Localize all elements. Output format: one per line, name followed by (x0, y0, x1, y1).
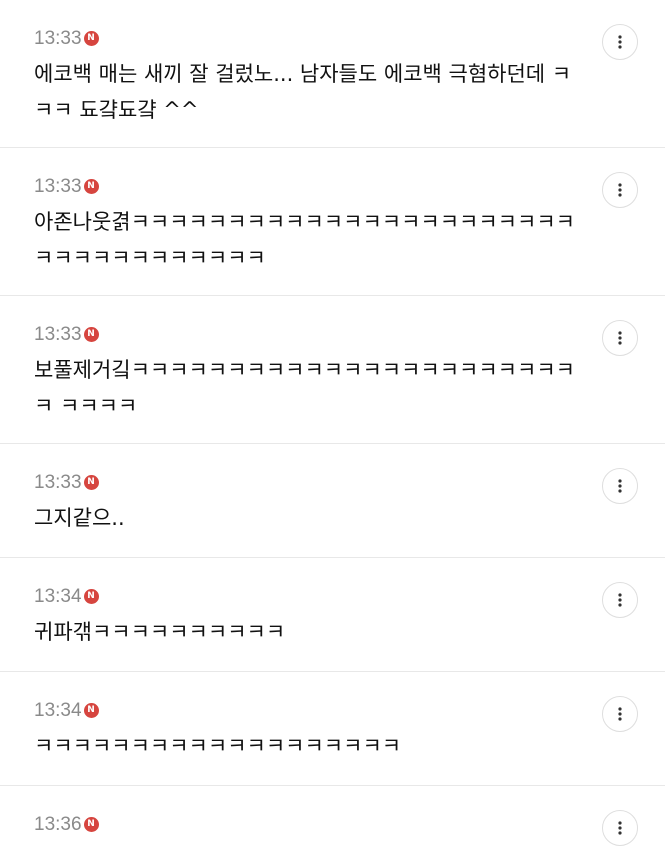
comment-text: 아존나웃겱ㅋㅋㅋㅋㅋㅋㅋㅋㅋㅋㅋㅋㅋㅋㅋㅋㅋㅋㅋㅋㅋㅋㅋㅋㅋㅋㅋㅋㅋㅋㅋㅋㅋㅋㅋ (34, 210, 575, 270)
comment-item: 13:34 N 귀파갞ㅋㅋㅋㅋㅋㅋㅋㅋㅋㅋ (0, 558, 665, 672)
more-vertical-icon (618, 707, 622, 721)
comment-item: 13:33 N 그지같으.. (0, 444, 665, 558)
comment-time: 13:34 (34, 586, 82, 607)
more-vertical-icon (618, 35, 622, 49)
new-badge-icon: N (83, 702, 99, 718)
new-badge-icon: N (83, 30, 99, 46)
comment-item: 13:34 N ㅋㅋㅋㅋㅋㅋㅋㅋㅋㅋㅋㅋㅋㅋㅋㅋㅋㅋㅋ (0, 672, 665, 786)
new-badge-icon: N (83, 326, 99, 342)
comment-list: 13:33 N 에코백 매는 새끼 잘 걸렀노... 남자들도 에코백 극혐하던… (0, 0, 665, 846)
more-options-button[interactable] (602, 320, 638, 356)
comment-time: 13:33 (34, 176, 82, 197)
comment-item: 13:33 N 에코백 매는 새끼 잘 걸렀노... 남자들도 에코백 극혐하던… (0, 0, 665, 148)
more-options-button[interactable] (602, 24, 638, 60)
more-options-button[interactable] (602, 696, 638, 732)
comment-time: 13:33 (34, 324, 82, 345)
comment-meta: 13:34 N (34, 700, 585, 722)
comment-text: 귀파갞ㅋㅋㅋㅋㅋㅋㅋㅋㅋㅋ (34, 620, 286, 644)
comment-meta: 13:34 N (34, 586, 585, 608)
comment-time: 13:34 (34, 700, 82, 721)
comment-item: 13:33 N 보풀제거깈ㅋㅋㅋㅋㅋㅋㅋㅋㅋㅋㅋㅋㅋㅋㅋㅋㅋㅋㅋㅋㅋㅋㅋㅋ ㅋㅋ… (0, 296, 665, 444)
comment-time: 13:33 (34, 28, 82, 49)
comment-text: 그지같으.. (34, 506, 125, 530)
more-vertical-icon (618, 593, 622, 607)
more-options-button[interactable] (602, 468, 638, 504)
comment-meta: 13:36 N (34, 814, 585, 836)
new-badge-icon: N (83, 474, 99, 490)
more-options-button[interactable] (602, 582, 638, 618)
comment-text: 에코백 매는 새끼 잘 걸렀노... 남자들도 에코백 극혐하던데 ㅋㅋㅋ 됴걐… (34, 62, 572, 122)
more-vertical-icon (618, 331, 622, 345)
more-vertical-icon (618, 821, 622, 835)
new-badge-icon: N (83, 816, 99, 832)
more-vertical-icon (618, 479, 622, 493)
comment-time: 13:36 (34, 814, 82, 835)
new-badge-icon: N (83, 588, 99, 604)
more-vertical-icon (618, 183, 622, 197)
comment-item: 13:33 N 아존나웃겱ㅋㅋㅋㅋㅋㅋㅋㅋㅋㅋㅋㅋㅋㅋㅋㅋㅋㅋㅋㅋㅋㅋㅋㅋㅋㅋㅋ… (0, 148, 665, 296)
comment-time: 13:33 (34, 472, 82, 493)
comment-text: 보풀제거깈ㅋㅋㅋㅋㅋㅋㅋㅋㅋㅋㅋㅋㅋㅋㅋㅋㅋㅋㅋㅋㅋㅋㅋㅋ ㅋㅋㅋㅋ (34, 358, 575, 418)
comment-meta: 13:33 N (34, 176, 585, 198)
comment-text: ㅋㅋㅋㅋㅋㅋㅋㅋㅋㅋㅋㅋㅋㅋㅋㅋㅋㅋㅋ (34, 734, 402, 758)
comment-item: 13:36 N (0, 786, 665, 846)
new-badge-icon: N (83, 178, 99, 194)
comment-meta: 13:33 N (34, 28, 585, 50)
comment-meta: 13:33 N (34, 324, 585, 346)
comment-meta: 13:33 N (34, 472, 585, 494)
more-options-button[interactable] (602, 810, 638, 846)
more-options-button[interactable] (602, 172, 638, 208)
